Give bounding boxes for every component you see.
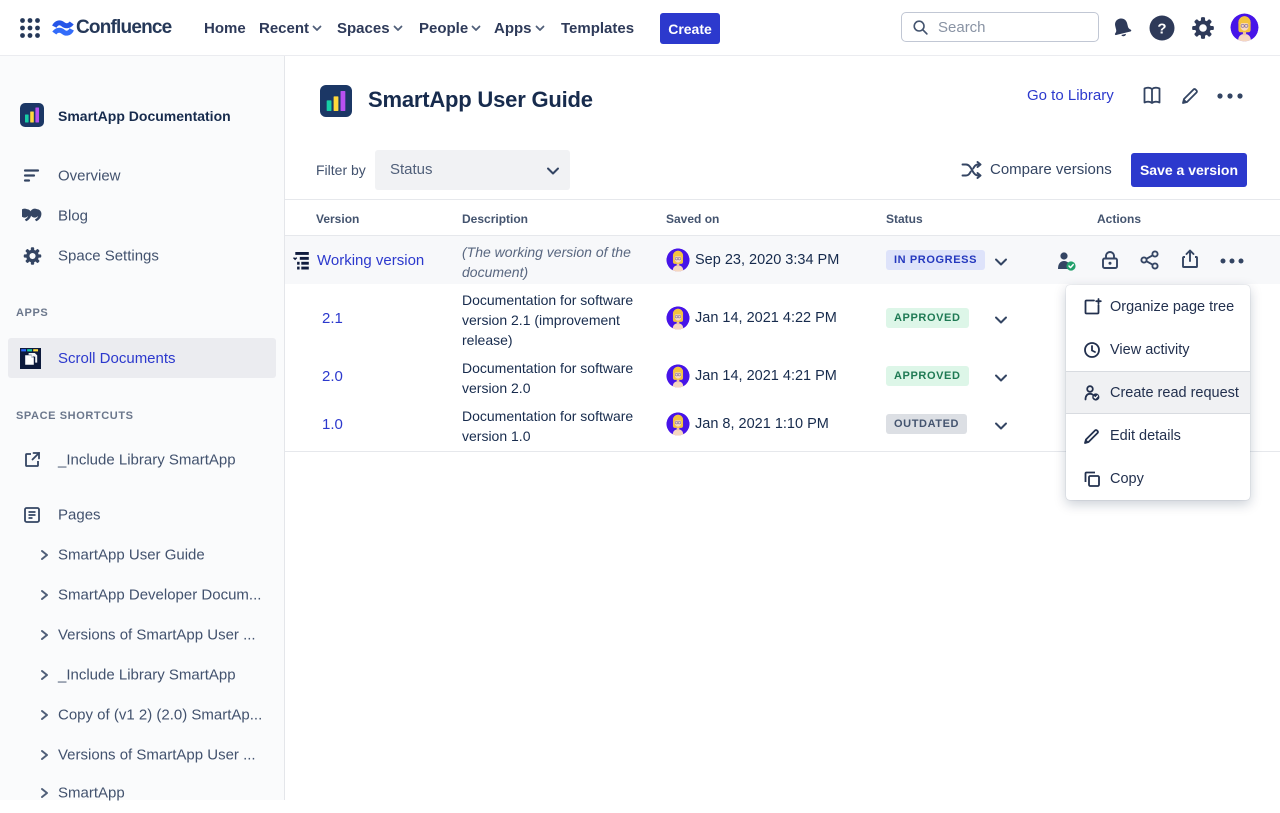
svg-text:?: ? <box>1157 21 1166 38</box>
